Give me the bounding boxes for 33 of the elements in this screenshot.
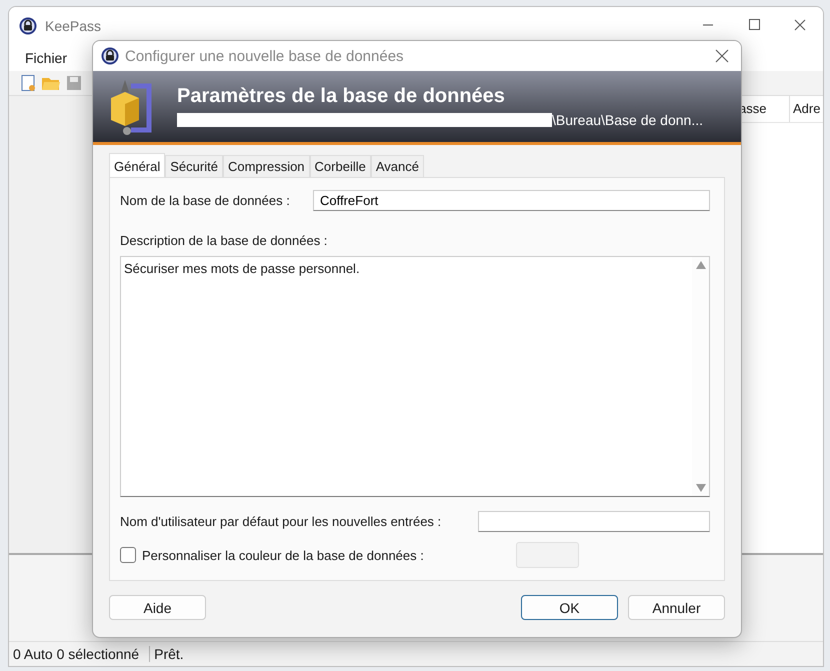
cancel-button[interactable]: Annuler	[628, 595, 725, 620]
tab[interactable]: Avancé	[370, 155, 424, 177]
field-label: Nom d'utilisateur par défaut pour les nouvelles entrées :	[120, 514, 442, 529]
tab[interactable]: Corbeille	[310, 155, 371, 177]
field-label: Description de la base de données :	[120, 233, 328, 248]
status-text: Prêt.	[149, 646, 194, 662]
tab[interactable]: Général	[109, 153, 166, 177]
column-header[interactable]: Adre	[793, 101, 820, 116]
banner-title: Paramètres de la base de données	[177, 85, 506, 108]
text-area[interactable]: Sécuriser mes mots de passe personnel.	[120, 256, 710, 497]
scroll-down-icon[interactable]	[696, 484, 706, 492]
file-path: \Bureau\Base de donn...	[552, 112, 703, 128]
text-value: Sécuriser mes mots de passe personnel.	[123, 260, 361, 278]
dialog-title: Configurer une nouvelle base de données	[125, 48, 404, 64]
scroll-up-icon[interactable]	[696, 261, 706, 269]
checkbox-label: Personnaliser la couleur de la base de données :	[142, 548, 424, 562]
field-label: Nom de la base de données :	[120, 193, 291, 208]
lock-icon	[101, 47, 119, 65]
input-field[interactable]	[478, 511, 710, 532]
status-text: 0 Auto 0 sélectionné	[12, 646, 140, 662]
menu-item[interactable]: Fichier	[25, 50, 68, 66]
new-file-icon[interactable]	[19, 74, 37, 92]
lock-icon	[19, 17, 37, 35]
window-title: KeePass	[45, 18, 102, 34]
tab[interactable]: Compression	[222, 155, 310, 177]
tab[interactable]: Sécurité	[165, 155, 223, 177]
close-icon[interactable]	[715, 49, 729, 63]
checkbox[interactable]	[120, 547, 136, 563]
help-button[interactable]: Aide	[109, 595, 206, 620]
default-button[interactable]: OK	[521, 595, 618, 620]
color-button[interactable]	[516, 542, 579, 568]
input-field[interactable]: CoffreFort	[313, 190, 710, 211]
save-icon[interactable]	[65, 74, 83, 92]
